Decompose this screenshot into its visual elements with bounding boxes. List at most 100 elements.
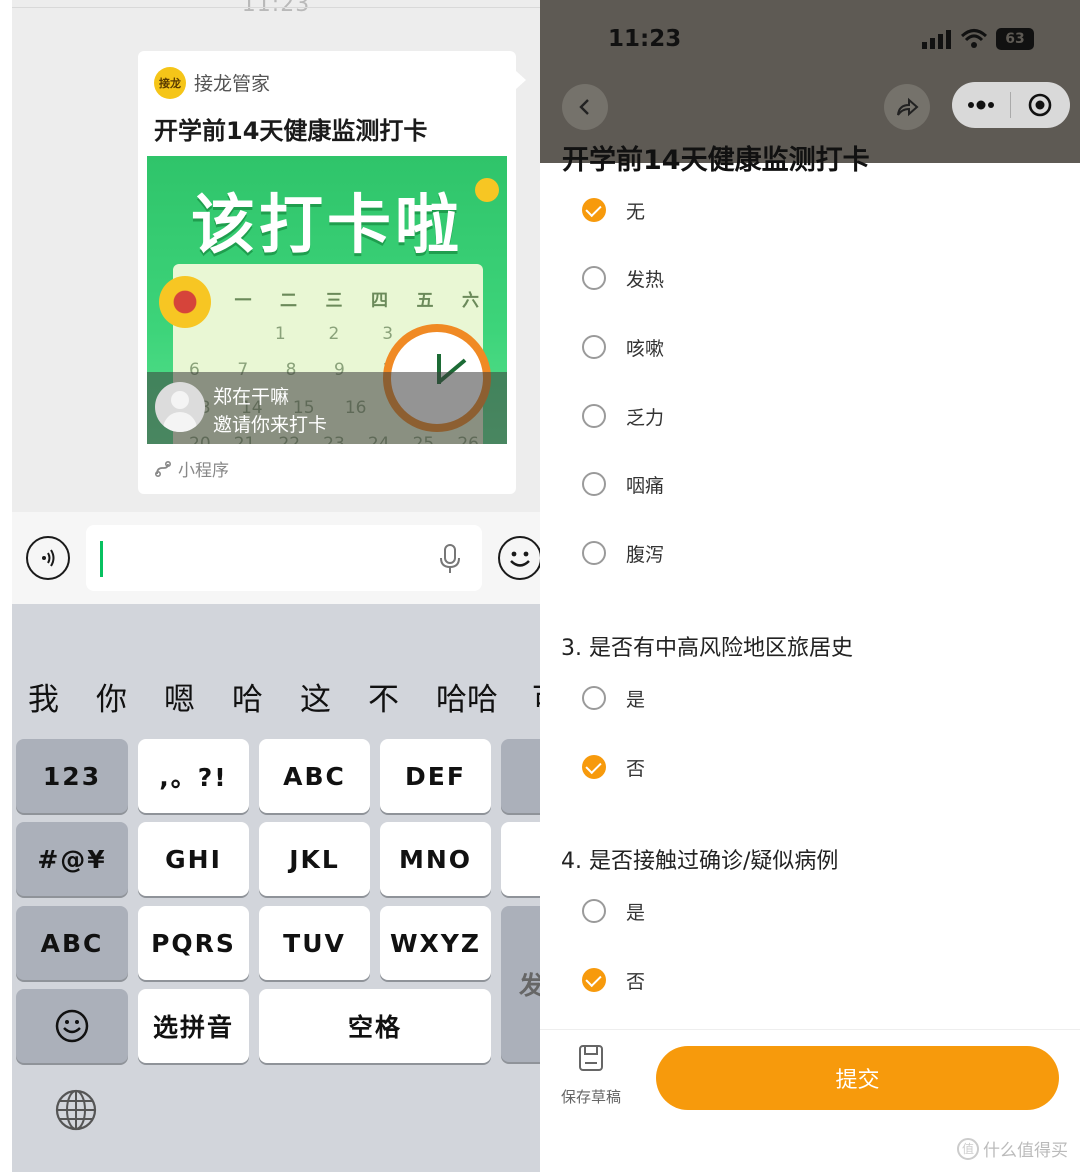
- chevron-left-icon: [579, 99, 589, 115]
- option-label: 咳嗽: [626, 337, 665, 360]
- candidate-word[interactable]: 嗯: [164, 674, 232, 719]
- day: 2: [328, 324, 340, 344]
- key-delete[interactable]: [501, 739, 540, 813]
- target-close-icon: [1028, 93, 1052, 117]
- divider: [12, 7, 540, 8]
- day: 3: [382, 324, 394, 344]
- weekday: 五: [416, 291, 434, 311]
- key-space[interactable]: 空格: [259, 989, 491, 1063]
- option-fatigue[interactable]: 乏力: [582, 401, 664, 431]
- key-mno[interactable]: MNO: [380, 822, 491, 896]
- weekday: 二: [280, 291, 297, 311]
- key-jkl[interactable]: JKL: [259, 822, 370, 896]
- radio-checked-icon[interactable]: [582, 755, 606, 779]
- candidate-word[interactable]: 不: [368, 674, 436, 719]
- candidate-bar: 我 你 嗯 哈 这 不 哈哈 可: [28, 674, 540, 719]
- key-def[interactable]: DEF: [380, 739, 491, 813]
- form-footer: 保存草稿 提交 值 什么值得买: [540, 1030, 1080, 1172]
- mini-program-form-panel: 11:23 63 开学前14天健康监测打卡 无 发热 咳嗽 乏力 咽痛 腹泻 3…: [540, 0, 1080, 1172]
- option-label: 乏力: [626, 406, 665, 429]
- share-arrow-icon: [897, 97, 919, 117]
- question-4-title: 4. 是否接触过确诊/疑似病例: [561, 849, 839, 874]
- option-none[interactable]: 无: [582, 195, 645, 225]
- mini-program-card[interactable]: 接龙 接龙管家 开学前14天健康监测打卡 该打卡啦 日 一 二 三 四 五 六: [138, 51, 526, 494]
- option-cough[interactable]: 咳嗽: [582, 332, 664, 362]
- radio-icon[interactable]: [582, 899, 606, 923]
- q3-option-yes[interactable]: 是: [582, 683, 645, 713]
- smiley-icon: [510, 551, 530, 567]
- inviter-name: 郑在干嘛: [213, 386, 290, 408]
- voice-input-button[interactable]: [26, 536, 70, 580]
- option-diarrhea[interactable]: 腹泻: [582, 538, 664, 568]
- key-tuv[interactable]: TUV: [259, 906, 370, 980]
- more-button[interactable]: [952, 100, 1010, 110]
- battery-icon: 63: [996, 28, 1034, 50]
- mini-program-icon: [154, 460, 172, 477]
- submit-button[interactable]: 提交: [656, 1046, 1059, 1110]
- chat-input-bar: [12, 512, 540, 604]
- page-title: 开学前14天健康监测打卡: [562, 145, 870, 176]
- message-text-field[interactable]: [86, 525, 482, 591]
- status-time: 11:23: [608, 26, 682, 52]
- emoji-button[interactable]: [498, 536, 540, 580]
- key-punctuation[interactable]: ,。?!: [138, 739, 249, 813]
- save-draft-label[interactable]: 保存草稿: [561, 1086, 621, 1107]
- share-button[interactable]: [884, 84, 930, 130]
- option-label: 发热: [626, 268, 665, 291]
- weekday: 六: [462, 291, 479, 311]
- key-extra[interactable]: [501, 822, 540, 896]
- back-button[interactable]: [562, 84, 608, 130]
- key-abc[interactable]: ABC: [259, 739, 370, 813]
- key-pinyin[interactable]: 选拼音: [138, 989, 249, 1063]
- radio-icon[interactable]: [582, 266, 606, 290]
- signal-icon: [922, 30, 951, 49]
- option-sore-throat[interactable]: 咽痛: [582, 469, 664, 499]
- radio-icon[interactable]: [582, 541, 606, 565]
- invite-text: 邀请你来打卡: [213, 414, 328, 436]
- microphone-icon[interactable]: [438, 543, 462, 575]
- close-mini-program-button[interactable]: [1011, 92, 1069, 118]
- save-draft-icon[interactable]: [578, 1044, 604, 1072]
- q4-option-no[interactable]: 否: [582, 965, 645, 995]
- banner-headline: 该打卡啦: [191, 189, 463, 263]
- option-label: 腹泻: [626, 543, 665, 566]
- key-abc-switch[interactable]: ABC: [16, 906, 128, 980]
- candidate-word[interactable]: 我: [28, 674, 96, 719]
- q4-option-yes[interactable]: 是: [582, 896, 645, 926]
- radio-icon[interactable]: [582, 472, 606, 496]
- card-banner-image: 该打卡啦 日 一 二 三 四 五 六 1 2 3: [147, 156, 507, 444]
- avatar-icon: [155, 382, 205, 432]
- option-fever[interactable]: 发热: [582, 263, 664, 293]
- sunflower-icon: [159, 276, 211, 328]
- key-ghi[interactable]: GHI: [138, 822, 249, 896]
- wechat-chat-panel: 11:23 接龙 接龙管家 开学前14天健康监测打卡 该打卡啦 日 一 二 三 …: [12, 0, 540, 1172]
- radio-icon[interactable]: [582, 335, 606, 359]
- candidate-word[interactable]: 可: [532, 674, 540, 719]
- more-dots-icon: [968, 100, 994, 110]
- candidate-word[interactable]: 哈: [232, 674, 300, 719]
- mini-program-label: 小程序: [178, 461, 229, 481]
- key-emoji[interactable]: [16, 989, 128, 1063]
- radio-icon[interactable]: [582, 686, 606, 710]
- radio-checked-icon[interactable]: [582, 968, 606, 992]
- option-label: 否: [626, 757, 646, 780]
- candidate-word[interactable]: 哈哈: [436, 674, 532, 719]
- key-pqrs[interactable]: PQRS: [138, 906, 249, 980]
- candidate-word[interactable]: 这: [300, 674, 368, 719]
- key-wxyz[interactable]: WXYZ: [380, 906, 491, 980]
- radio-checked-icon[interactable]: [582, 198, 606, 222]
- app-name: 接龙管家: [194, 73, 271, 95]
- key-send[interactable]: 发: [501, 906, 540, 1062]
- weekday: 三: [325, 291, 343, 311]
- flower-decoration-icon: [475, 178, 499, 202]
- option-label: 否: [626, 970, 646, 993]
- wifi-icon: [960, 29, 988, 48]
- key-symbols[interactable]: #@¥: [16, 822, 128, 896]
- weekday: 一: [234, 291, 252, 311]
- globe-icon[interactable]: [54, 1088, 98, 1132]
- radio-icon[interactable]: [582, 404, 606, 428]
- q3-option-no[interactable]: 否: [582, 752, 645, 782]
- key-123[interactable]: 123: [16, 739, 128, 813]
- candidate-word[interactable]: 你: [96, 674, 164, 719]
- option-label: 是: [626, 901, 646, 924]
